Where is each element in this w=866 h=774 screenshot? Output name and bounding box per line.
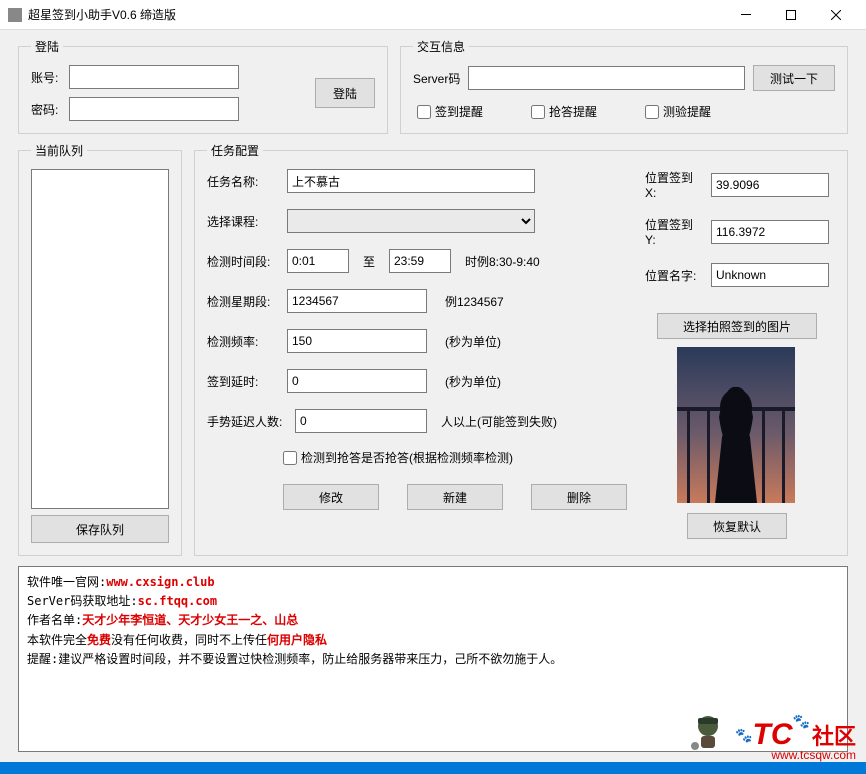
new-button[interactable]: 新建 — [407, 484, 503, 510]
login-button[interactable]: 登陆 — [315, 78, 375, 108]
task-name-input[interactable] — [287, 169, 535, 193]
gesture-label: 手势延迟人数: — [207, 413, 287, 430]
signin-reminder-input[interactable] — [417, 105, 431, 119]
rush-reminder-checkbox[interactable]: 抢答提醒 — [531, 103, 597, 120]
save-queue-button[interactable]: 保存队列 — [31, 515, 169, 543]
watermark-cn: 社区 — [812, 719, 856, 751]
modify-button[interactable]: 修改 — [283, 484, 379, 510]
login-legend: 登陆 — [31, 38, 63, 55]
interact-legend: 交互信息 — [413, 38, 469, 55]
gesture-input[interactable] — [295, 409, 427, 433]
interact-group: 交互信息 Server码 测试一下 签到提醒 抢答提醒 — [400, 38, 848, 134]
watermark: 🐾 TC 🐾 社区 — [687, 710, 856, 752]
time-label: 检测时间段: — [207, 253, 279, 270]
loc-x-input[interactable] — [711, 173, 829, 197]
server-label: Server码 — [413, 70, 460, 87]
watermark-paw-icon: 🐾 — [735, 727, 752, 744]
test-button[interactable]: 测试一下 — [753, 65, 835, 91]
delete-button[interactable]: 删除 — [531, 484, 627, 510]
queue-legend: 当前队列 — [31, 142, 87, 159]
maximize-icon — [786, 10, 796, 20]
auto-answer-input[interactable] — [283, 451, 297, 465]
freq-input[interactable] — [287, 329, 427, 353]
signin-reminder-checkbox[interactable]: 签到提醒 — [417, 103, 483, 120]
test-reminder-checkbox[interactable]: 测验提醒 — [645, 103, 711, 120]
time-separator: 至 — [357, 253, 381, 270]
close-button[interactable] — [813, 0, 858, 29]
week-label: 检测星期段: — [207, 293, 279, 310]
restore-default-button[interactable]: 恢复默认 — [687, 513, 787, 539]
loc-x-label: 位置签到X: — [645, 169, 703, 200]
time-from-input[interactable] — [287, 249, 349, 273]
loc-name-label: 位置名字: — [645, 267, 703, 284]
account-label: 账号: — [31, 69, 69, 86]
watermark-tc: TC — [753, 718, 793, 752]
photo-preview — [677, 347, 795, 503]
window-title: 超星签到小助手V0.6 缔造版 — [28, 6, 723, 23]
main-window: 超星签到小助手V0.6 缔造版 登陆 账号: — [0, 0, 866, 762]
week-hint: 例1234567 — [445, 293, 504, 310]
select-photo-button[interactable]: 选择拍照签到的图片 — [657, 313, 817, 339]
auto-answer-checkbox[interactable]: 检测到抢答是否抢答(根据检测频率检测) — [283, 449, 627, 466]
task-name-label: 任务名称: — [207, 173, 279, 190]
app-icon — [8, 8, 22, 22]
freq-label: 检测频率: — [207, 333, 279, 350]
course-select[interactable] — [287, 209, 535, 233]
watermark-url: www.tcsqw.com — [771, 748, 856, 762]
preview-image — [677, 347, 795, 503]
titlebar: 超星签到小助手V0.6 缔造版 — [0, 0, 866, 30]
rush-reminder-input[interactable] — [531, 105, 545, 119]
minimize-button[interactable] — [723, 0, 768, 29]
test-reminder-input[interactable] — [645, 105, 659, 119]
gesture-hint: 人以上(可能签到失败) — [441, 413, 557, 430]
loc-name-input[interactable] — [711, 263, 829, 287]
watermark-paw-icon: 🐾 — [793, 713, 810, 730]
loc-y-label: 位置签到Y: — [645, 216, 703, 247]
time-hint: 时例8:30-9:40 — [465, 253, 540, 270]
loc-y-input[interactable] — [711, 220, 829, 244]
time-to-input[interactable] — [389, 249, 451, 273]
account-input[interactable] — [69, 65, 239, 89]
queue-list[interactable] — [31, 169, 169, 509]
delay-label: 签到延时: — [207, 373, 279, 390]
freq-hint: (秒为单位) — [445, 333, 501, 350]
password-label: 密码: — [31, 101, 69, 118]
mascot-icon — [687, 710, 729, 752]
task-legend: 任务配置 — [207, 142, 263, 159]
task-group: 任务配置 任务名称: 选择课程: 检测时间段: — [194, 142, 848, 556]
delay-input[interactable] — [287, 369, 427, 393]
login-group: 登陆 账号: 密码: 登陆 — [18, 38, 388, 134]
delay-hint: (秒为单位) — [445, 373, 501, 390]
password-input[interactable] — [69, 97, 239, 121]
server-input[interactable] — [468, 66, 745, 90]
maximize-button[interactable] — [768, 0, 813, 29]
course-label: 选择课程: — [207, 213, 279, 230]
week-input[interactable] — [287, 289, 427, 313]
close-icon — [831, 10, 841, 20]
minimize-icon — [741, 14, 751, 15]
queue-group: 当前队列 保存队列 — [18, 142, 182, 556]
